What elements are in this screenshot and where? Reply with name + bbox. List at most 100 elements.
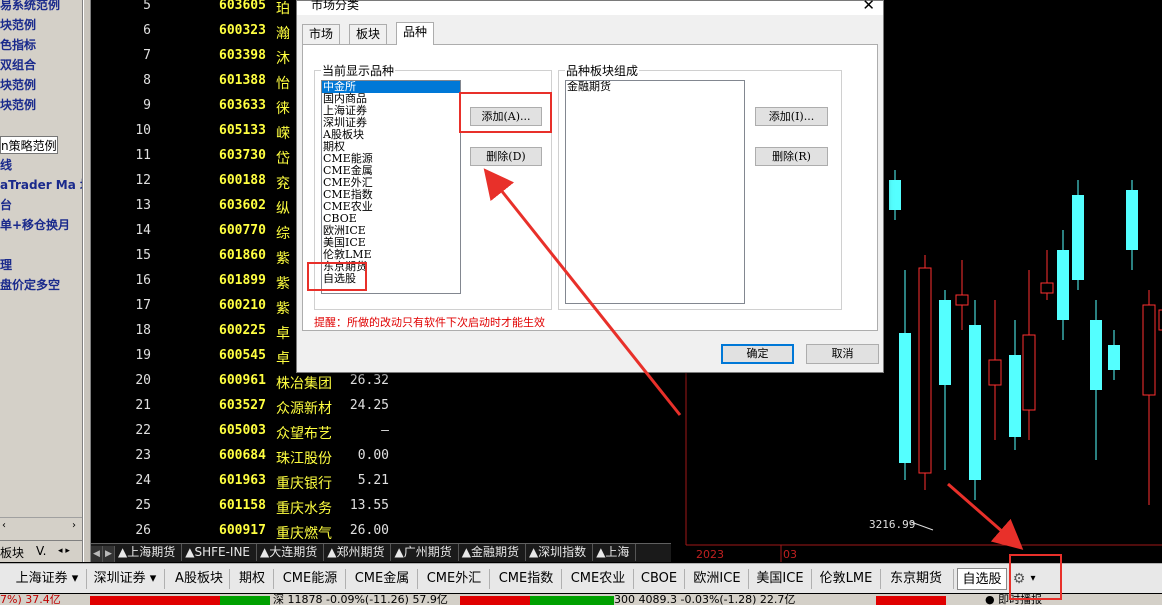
market-item[interactable]: 欧洲ICE [688, 568, 746, 590]
exchange-tab[interactable]: ▲上海 [593, 544, 637, 561]
market-item[interactable]: CME金属 [349, 568, 415, 590]
market-item[interactable]: 自选股 [957, 568, 1007, 590]
cell-num: 8 [143, 73, 151, 88]
market-item[interactable]: 深圳证券 ▾ [90, 568, 160, 590]
panel-splitter[interactable] [83, 0, 91, 562]
table-row[interactable]: 22 605003 众望布艺 — [91, 419, 671, 444]
sidebar-item[interactable]: 色指标 [0, 36, 36, 54]
exchange-tab[interactable]: ▲上海期货 [115, 544, 183, 561]
scroll-right-icon[interactable]: › [72, 520, 76, 531]
exchange-tab-strip: ◀ ▶ ▲上海期货 ▲SHFE-INE ▲大连期货 ▲郑州期货 ▲广州期货 ▲金融期货 ▲深圳指… [91, 543, 671, 562]
market-item[interactable]: 美国ICE [752, 568, 808, 590]
variety-composition-label: 品种板块组成 [565, 62, 640, 79]
cancel-button[interactable]: 取消 [806, 344, 879, 364]
cell-name: 重庆燃气 [276, 526, 332, 542]
dialog-title: 市场分类 [311, 0, 360, 12]
status-green-bar [220, 596, 270, 605]
market-separator [417, 569, 418, 589]
tab-scroll-first-icon[interactable]: ◀ [91, 546, 103, 562]
exchange-tab[interactable]: ▲郑州期货 [324, 544, 392, 561]
sidebar-item[interactable]: 台 [0, 196, 12, 214]
market-separator [86, 569, 87, 589]
exchange-tab[interactable]: ▲金融期货 [459, 544, 526, 561]
sidebar-item[interactable]: 线 [0, 156, 12, 174]
cell-price: — [381, 423, 389, 438]
candle-body [889, 180, 901, 210]
annotation-box-watchlist [307, 262, 367, 291]
market-separator [953, 569, 954, 589]
cell-num: 23 [135, 448, 151, 463]
sidebar-tab-nav-icon[interactable]: ◂ ▸ [58, 546, 70, 556]
cell-code: 600323 [219, 23, 266, 38]
cell-num: 14 [135, 223, 151, 238]
table-row[interactable]: 25 601158 重庆水务 13.55 [91, 494, 671, 519]
sidebar-tab-bankuai[interactable]: 板块 [0, 544, 24, 561]
sidebar-item[interactable]: aTrader Ma 均 [0, 176, 82, 194]
market-item[interactable]: CME外汇 [421, 568, 487, 590]
tab-sector[interactable]: 板块 [349, 24, 388, 44]
market-item[interactable]: CME农业 [565, 568, 631, 590]
tab-scroll-next-icon[interactable]: ▶ [103, 546, 115, 562]
cell-num: 18 [135, 323, 151, 338]
sidebar-item[interactable]: n策略范例 [0, 136, 58, 154]
ok-button[interactable]: 确定 [721, 344, 794, 364]
exchange-tab[interactable]: ▲大连期货 [257, 544, 325, 561]
scroll-left-icon[interactable]: ‹ [2, 520, 6, 531]
market-item[interactable]: CBOE [637, 568, 681, 590]
market-item[interactable]: A股板块 [168, 568, 230, 590]
delete-composition-button[interactable]: 删除(R) [755, 147, 828, 166]
sidebar-item[interactable]: 盘价定多空 [0, 276, 60, 294]
cell-code: 603527 [219, 398, 266, 413]
cell-num: 26 [135, 523, 151, 538]
table-row[interactable]: 21 603527 众源新材 24.25 [91, 394, 671, 419]
cell-num: 25 [135, 498, 151, 513]
dialog-title-bar[interactable]: 市场分类 ✕ [297, 0, 883, 15]
exchange-tab[interactable]: ▲SHFE-INE [182, 544, 258, 561]
sidebar-item[interactable]: 双组合 [0, 56, 36, 74]
delete-variety-button[interactable]: 删除(D) [470, 147, 542, 166]
add-composition-button[interactable]: 添加(I)... [755, 107, 828, 126]
status-bar: 7%) 37.4亿 深 11878 -0.09%(-11.26) 57.9亿 3… [0, 594, 1162, 605]
sidebar-item[interactable]: 块范例 [0, 76, 36, 94]
tab-variety[interactable]: 品种 [396, 22, 435, 45]
cell-price: 13.55 [349, 498, 389, 513]
market-item[interactable]: 期权 [233, 568, 271, 590]
tab-market[interactable]: 市场 [302, 24, 341, 44]
cell-code: 601899 [219, 273, 266, 288]
market-item[interactable]: 伦敦LME [815, 568, 877, 590]
annotation-box-settings [1009, 554, 1062, 600]
variety-tab-panel: 当前显示品种 中金所 国内商品 上海证券 深圳证券 A股板块 期权 CME能源 CME金属 CM… [302, 44, 878, 331]
table-row[interactable]: 23 600684 珠江股份 0.00 [91, 444, 671, 469]
sidebar-item[interactable]: 块范例 [0, 96, 36, 114]
table-row[interactable]: 24 601963 重庆银行 5.21 [91, 469, 671, 494]
market-category-dialog: 市场分类 ✕ 市场 板块 品种 当前显示品种 中金所 国内商品 上海证券 深圳证券 A股… [296, 0, 884, 373]
sidebar-item[interactable]: 易系统范例 [0, 0, 60, 14]
candle-body [1009, 355, 1021, 437]
cell-price: 26.00 [349, 523, 389, 538]
exchange-tab[interactable]: ▲深圳指数 [526, 544, 594, 561]
sidebar-tab-v[interactable]: V. [36, 544, 46, 558]
sidebar-item[interactable]: 块范例 [0, 16, 36, 34]
table-row[interactable]: 26 600917 重庆燃气 26.00 [91, 519, 671, 544]
sidebar-item[interactable]: 单+移仓换月 [0, 216, 70, 234]
market-item[interactable]: CME能源 [277, 568, 343, 590]
market-separator [684, 569, 685, 589]
cell-name: 珠江股份 [276, 451, 332, 467]
market-item[interactable]: 东京期货 [884, 568, 948, 590]
variety-composition-list[interactable]: 金融期货 [565, 80, 745, 304]
exchange-tab[interactable]: ▲广州期货 [391, 544, 459, 561]
sidebar-item[interactable]: 理 [0, 256, 12, 274]
market-separator [345, 569, 346, 589]
sidebar-horizontal-scrollbar[interactable]: ‹ › [0, 517, 82, 535]
status-green-bar-2 [530, 596, 614, 605]
composition-list-item[interactable]: 金融期货 [566, 81, 744, 93]
market-separator [229, 569, 230, 589]
sidebar-tabs: 板块 V. ◂ ▸ [0, 540, 82, 562]
cell-num: 21 [135, 398, 151, 413]
cell-price: 5.21 [357, 473, 389, 488]
market-item[interactable]: 上海证券 ▾ [12, 568, 82, 590]
status-left-text: 7%) 37.4亿 [0, 594, 61, 605]
market-item[interactable]: CME指数 [493, 568, 559, 590]
market-separator [489, 569, 490, 589]
close-icon[interactable]: ✕ [862, 0, 875, 14]
